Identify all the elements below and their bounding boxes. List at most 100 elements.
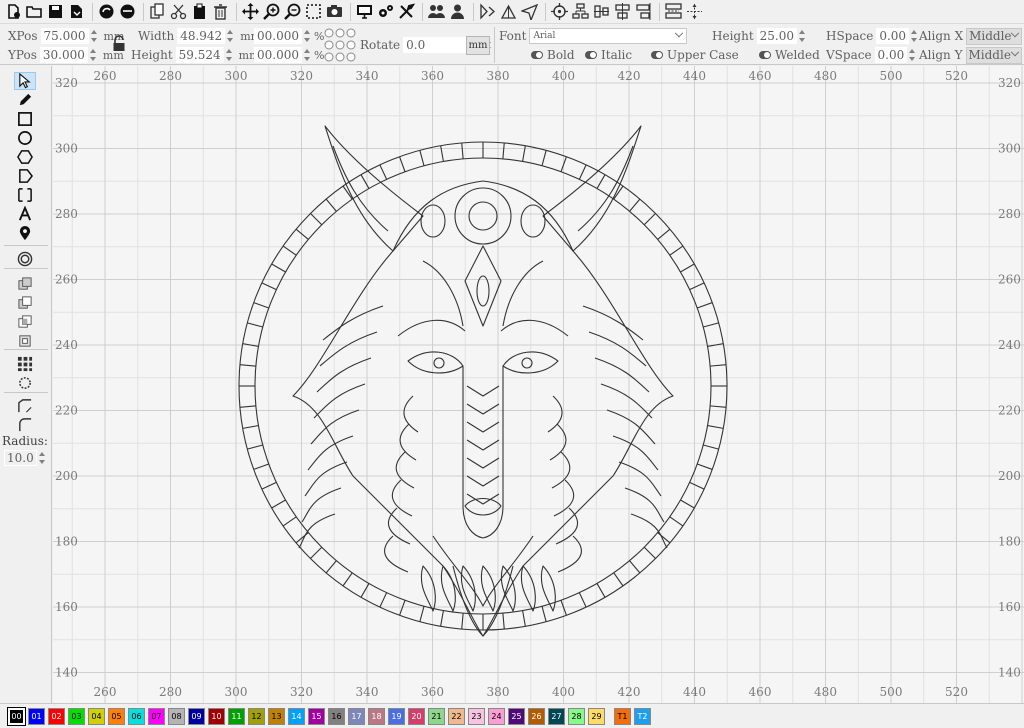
bold-toggle[interactable]: Bold [531, 46, 575, 64]
export-button[interactable] [118, 2, 137, 22]
scale-height-spinner[interactable] [303, 48, 311, 62]
scale-width-input[interactable]: 00.000 [254, 28, 302, 44]
width-input[interactable]: 48.942 [177, 28, 226, 44]
anchor-point-selector[interactable] [324, 28, 356, 62]
save-as-button[interactable] [67, 2, 86, 22]
tool-round-corner[interactable] [14, 416, 36, 434]
tool-select[interactable] [14, 72, 36, 90]
tool-pen[interactable] [14, 91, 36, 109]
tool-rectangle[interactable] [14, 110, 36, 128]
layer-swatch-13[interactable]: 13 [268, 707, 285, 725]
lock-ratio-icon[interactable] [112, 35, 126, 53]
font-select[interactable]: Arial [529, 28, 688, 44]
align-right-button[interactable] [634, 2, 653, 22]
new-file-button[interactable] [4, 2, 23, 22]
tool-pin[interactable] [14, 224, 36, 242]
distribute-v-button[interactable] [685, 2, 704, 22]
width-spinner[interactable] [226, 29, 234, 43]
layer-swatch-06[interactable]: 06 [128, 707, 145, 725]
layer-swatch-09[interactable]: 09 [188, 707, 205, 725]
layer-swatch-18[interactable]: 18 [368, 707, 385, 725]
layer-swatch-03[interactable]: 03 [68, 707, 85, 725]
delete-button[interactable] [211, 2, 230, 22]
text-height-spinner[interactable] [798, 29, 806, 43]
save-button[interactable] [46, 2, 65, 22]
tools-button[interactable] [397, 2, 416, 22]
layer-swatch-01[interactable]: 01 [28, 707, 45, 725]
settings-button[interactable] [376, 2, 395, 22]
xpos-spinner[interactable] [90, 29, 98, 43]
layer-swatch-16[interactable]: 16 [328, 707, 345, 725]
layer-swatch-24[interactable]: 24 [488, 707, 505, 725]
distribute-h-button[interactable] [664, 2, 683, 22]
zoom-in-button[interactable] [262, 2, 281, 22]
xpos-input[interactable]: 75.000 [40, 28, 89, 44]
tool-pentagon[interactable] [14, 167, 36, 185]
users-button[interactable] [427, 2, 446, 22]
ypos-input[interactable]: 30.000 [39, 47, 88, 63]
monitor-button[interactable] [355, 2, 374, 22]
user-button[interactable] [448, 2, 467, 22]
camera-button[interactable] [325, 2, 344, 22]
height-spinner[interactable] [225, 48, 233, 62]
import-button[interactable] [97, 2, 116, 22]
tool-offset[interactable] [14, 250, 36, 268]
copy-button[interactable] [148, 2, 167, 22]
layer-swatch-10[interactable]: 10 [208, 707, 225, 725]
canvas-svg[interactable]: 260 260 280 280 300 300 320 320 340 340 360 360 380 3… [53, 66, 1024, 703]
scale-height-input[interactable]: 00.000 [254, 47, 302, 63]
ypos-spinner[interactable] [89, 48, 97, 62]
tool-circular-array[interactable] [14, 374, 36, 392]
tool-union[interactable] [14, 275, 36, 293]
layer-swatch-28[interactable]: 28 [568, 707, 585, 725]
hspace-input[interactable]: 0.00 [876, 28, 910, 44]
layer-swatch-02[interactable]: 02 [48, 707, 65, 725]
welded-toggle[interactable]: Welded [759, 46, 820, 64]
layer-swatch-15[interactable]: 15 [308, 707, 325, 725]
cut-button[interactable] [169, 2, 188, 22]
vspace-input[interactable]: 0.00 [874, 47, 908, 63]
radius-input[interactable]: 10.0 [4, 450, 37, 466]
tool-circle[interactable] [14, 129, 36, 147]
layer-swatch-t2[interactable]: T2 [634, 707, 651, 725]
tool-intersect[interactable] [14, 313, 36, 331]
align-tree-button[interactable] [571, 2, 590, 22]
layer-swatch-20[interactable]: 20 [408, 707, 425, 725]
italic-toggle[interactable]: Italic [585, 46, 632, 64]
wolf-mandala-design[interactable] [238, 125, 728, 637]
align-x-select[interactable]: Middle [966, 27, 1023, 45]
layer-swatch-19[interactable]: 19 [388, 707, 405, 725]
layer-swatch-05[interactable]: 05 [108, 707, 125, 725]
align-center-button[interactable] [613, 2, 632, 22]
layer-swatch-04[interactable]: 04 [88, 707, 105, 725]
drawing-canvas[interactable]: 260 260 280 280 300 300 320 320 340 340 360 360 380 3… [53, 66, 1024, 703]
hspace-spinner[interactable] [910, 29, 918, 43]
layer-swatch-22[interactable]: 22 [448, 707, 465, 725]
layer-swatch-07[interactable]: 07 [148, 707, 165, 725]
layer-swatch-t1[interactable]: T1 [614, 707, 631, 725]
text-height-input[interactable]: 25.00 [756, 28, 797, 44]
mirror-v-button[interactable] [499, 2, 518, 22]
layer-swatch-23[interactable]: 23 [468, 707, 485, 725]
height-input[interactable]: 59.524 [175, 47, 224, 63]
paste-button[interactable] [190, 2, 209, 22]
send-button[interactable] [520, 2, 539, 22]
tool-array[interactable] [14, 355, 36, 373]
align-mid-button[interactable] [592, 2, 611, 22]
tool-polygon[interactable] [14, 148, 36, 166]
layer-swatch-17[interactable]: 17 [348, 707, 365, 725]
target-button[interactable] [550, 2, 569, 22]
open-folder-button[interactable] [25, 2, 44, 22]
uppercase-toggle[interactable]: Upper Case [651, 46, 739, 64]
tool-corner[interactable] [14, 397, 36, 415]
layer-swatch-27[interactable]: 27 [548, 707, 565, 725]
layer-swatch-14[interactable]: 14 [288, 707, 305, 725]
layer-swatch-26[interactable]: 26 [528, 707, 545, 725]
layer-swatch-00[interactable]: 00 [7, 706, 26, 726]
layer-swatch-25[interactable]: 25 [508, 707, 525, 725]
units-mm-button[interactable]: mm [466, 36, 490, 55]
move-button[interactable] [241, 2, 260, 22]
layer-swatch-12[interactable]: 12 [248, 707, 265, 725]
tool-difference[interactable] [14, 332, 36, 350]
vspace-spinner[interactable] [908, 48, 916, 62]
